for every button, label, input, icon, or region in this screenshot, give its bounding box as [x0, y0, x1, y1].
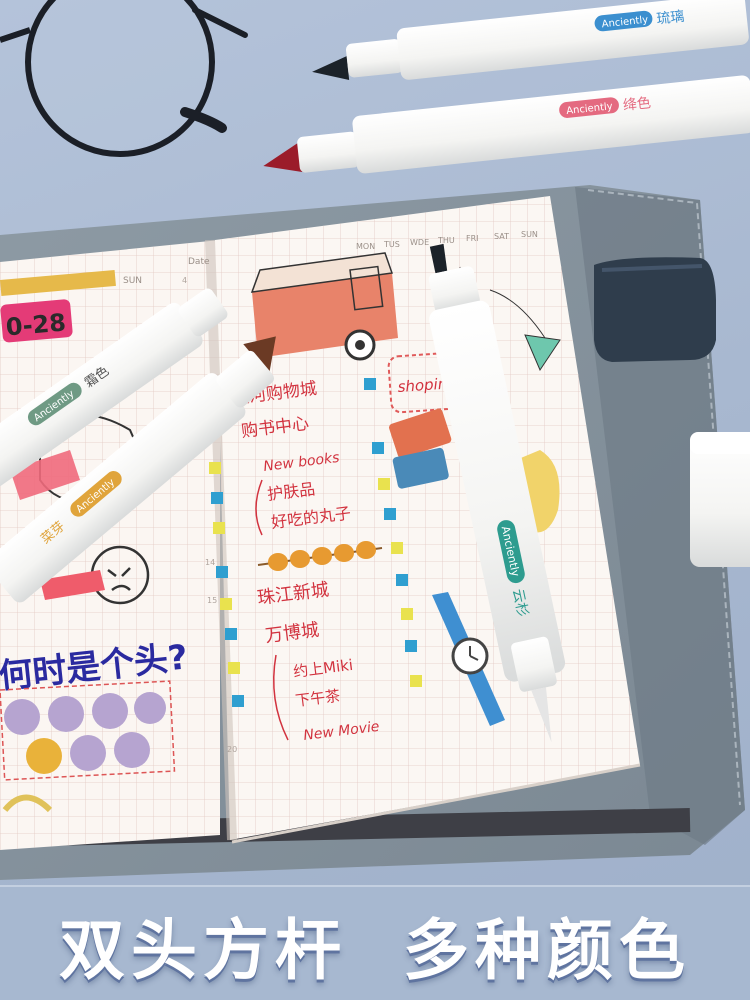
checkbox [396, 574, 408, 586]
checkbox [378, 478, 390, 490]
pen-color-name: 绛色 [622, 94, 652, 114]
page-number-14: 14 [205, 558, 215, 567]
page-number-15: 15 [207, 596, 217, 605]
left-weekday: SUN [123, 276, 142, 286]
checkbox [213, 522, 225, 534]
page-number-20: 20 [227, 745, 237, 754]
weekday-mon: MON [356, 242, 375, 251]
glasses [0, 0, 248, 157]
checkbox [232, 695, 244, 707]
slogan-left: 双头方杆 [59, 912, 347, 989]
highlighter-pen: Anciently 琉璃 [312, 0, 749, 81]
slogan: 双头方杆 多种颜色 [0, 900, 750, 990]
weekday-wde: WDE [410, 238, 429, 247]
checkbox [391, 542, 403, 554]
checkbox [216, 566, 228, 578]
checkbox [384, 508, 396, 520]
banner-divider [0, 885, 750, 887]
left-date-badge: 0-28 [5, 308, 67, 341]
weekday-sun: SUN [521, 230, 538, 239]
checkbox [211, 492, 223, 504]
photo-scene: 0-28 SUN 何时是个头? Date MON TUS WDE THU FRI… [0, 0, 750, 880]
checkbox [410, 675, 422, 687]
highlighter-pen: Anciently 绛色 [263, 75, 750, 174]
checkbox [209, 462, 221, 474]
date-label: Date [188, 257, 210, 267]
checkbox [220, 598, 232, 610]
checkbox [401, 608, 413, 620]
slogan-right: 多种颜色 [403, 912, 691, 989]
checkbox [364, 378, 376, 390]
checkbox [405, 640, 417, 652]
checkbox [225, 628, 237, 640]
elastic-band [594, 257, 716, 362]
checkbox [228, 662, 240, 674]
pen-cap [690, 432, 750, 567]
checkbox [372, 442, 384, 454]
product-photo: 0-28 SUN 何时是个头? Date MON TUS WDE THU FRI… [0, 0, 750, 1000]
weekday-fri: FRI [466, 234, 479, 243]
weekday-thu: THU [437, 236, 455, 245]
page-number-4: 4 [182, 276, 187, 285]
weekday-tus: TUS [383, 240, 400, 249]
pen-color-name: 琉璃 [656, 8, 686, 28]
weekday-sat: SAT [494, 232, 509, 241]
